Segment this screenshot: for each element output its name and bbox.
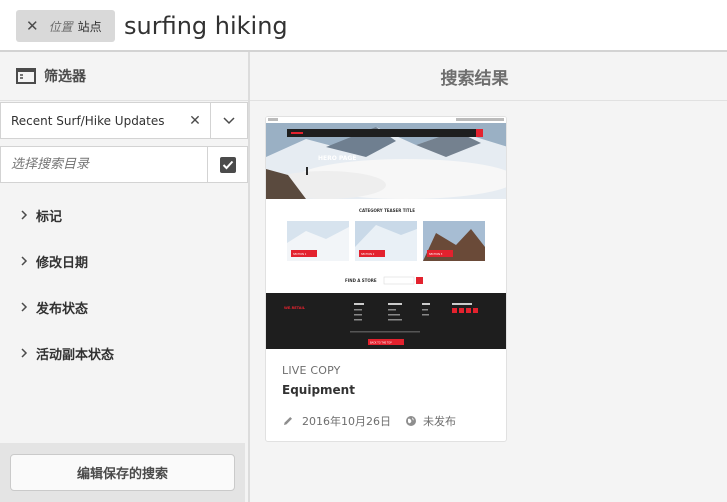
thumb-hero-title: HERO PAGE (318, 155, 356, 162)
thumb-teaser-title: CATEGORY TEASER TITLE (359, 208, 415, 213)
chevron-right-icon (21, 210, 28, 220)
location-tag[interactable]: ✕ 位置 站点 (16, 10, 115, 42)
filter-title: 筛选器 (44, 69, 86, 85)
chevron-right-icon (21, 348, 28, 358)
page-thumbnail: HERO PAGE CATEGORY TEASER TITLE SECTION … (266, 117, 506, 349)
filter-header: 筛选器 (0, 52, 248, 101)
card-meta: LIVE COPY Equipment (282, 364, 355, 397)
sidebar-panel-icon[interactable] (16, 68, 36, 84)
saved-search-select[interactable]: Recent Surf/Hike Updates ✕ (0, 102, 248, 139)
card-kind: LIVE COPY (282, 364, 341, 377)
thumb-btn1: SECTION 1 (293, 252, 307, 256)
clear-icon[interactable]: ✕ (180, 113, 210, 129)
browse-button[interactable] (207, 147, 247, 182)
accordion-publish-status[interactable]: 发布状态 (0, 284, 248, 330)
path-browser (0, 146, 248, 183)
thumb-to-top: BACK TO THE TOP (370, 342, 392, 345)
thumb-brand: WE.RETAIL (284, 306, 306, 310)
thumb-btn3: SECTION 3 (429, 252, 443, 256)
result-card[interactable]: HERO PAGE CATEGORY TEASER TITLE SECTION … (265, 116, 507, 442)
card-info: 2016年10月26日 未发布 (282, 413, 456, 429)
path-input[interactable] (1, 157, 207, 172)
thumb-btn2: SECTION 2 (361, 252, 375, 256)
accordion-label: 标记 (36, 209, 63, 225)
accordion-modified-date[interactable]: 修改日期 (0, 238, 248, 284)
search-input[interactable]: surfing hiking (124, 10, 288, 42)
accordion-tags[interactable]: 标记 (0, 192, 248, 238)
close-icon[interactable]: ✕ (26, 17, 39, 35)
checkbox-icon (219, 156, 236, 173)
results-panel: 搜索结果 HERO PAGE CATEGORY TEASER TITLE SEC… (250, 52, 727, 502)
chevron-down-icon[interactable] (210, 103, 247, 138)
sidebar-footer: 编辑保存的搜索 (0, 443, 245, 502)
chevron-right-icon (21, 256, 28, 266)
card-title: Equipment (282, 383, 355, 397)
saved-search-value: Recent Surf/Hike Updates (11, 113, 165, 128)
filter-sidebar: 筛选器 Recent Surf/Hike Updates ✕ 标记 修改日期 发… (0, 52, 248, 502)
results-title: 搜索结果 (250, 52, 727, 101)
accordion-label: 发布状态 (36, 301, 89, 317)
thumb-find-store: FIND A STORE (345, 278, 377, 283)
globe-icon (406, 416, 416, 426)
edit-saved-search-button[interactable]: 编辑保存的搜索 (10, 454, 235, 491)
accordion-label: 活动副本状态 (36, 347, 115, 363)
pencil-icon (284, 417, 292, 425)
omnisearch-bar: ✕ 位置 站点 surfing hiking (0, 0, 727, 52)
accordion-label: 修改日期 (36, 255, 89, 271)
publish-status: 未发布 (423, 415, 456, 428)
tag-prefix: 位置 (48, 19, 73, 34)
modified-date: 2016年10月26日 (302, 415, 391, 428)
chevron-right-icon (21, 302, 28, 312)
accordion-live-copy-status[interactable]: 活动副本状态 (0, 330, 248, 376)
tag-value: 站点 (77, 19, 102, 34)
